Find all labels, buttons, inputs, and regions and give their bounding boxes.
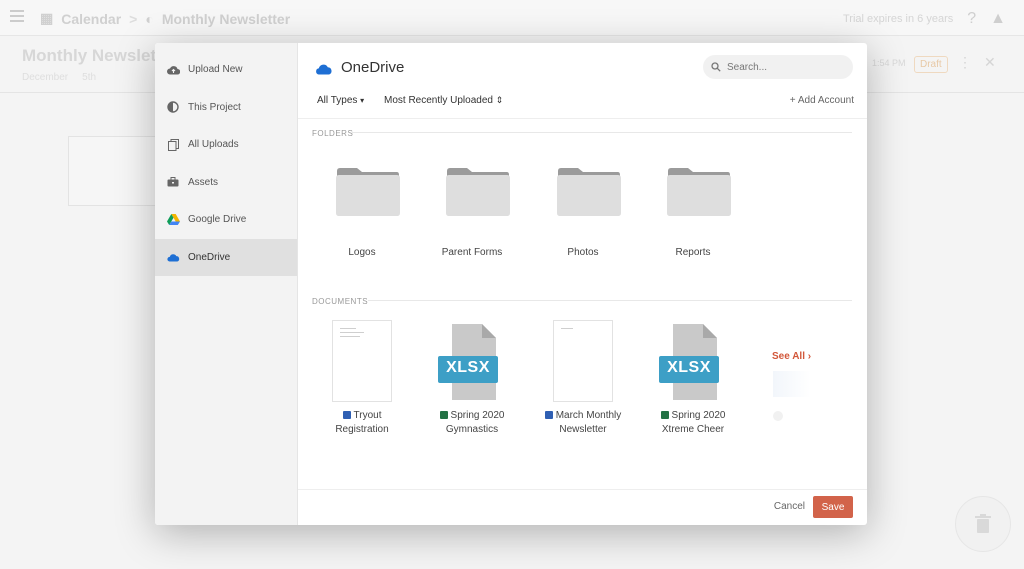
cancel-button[interactable]: Cancel [774,501,805,512]
folder-name: Parent Forms [441,247,503,258]
xlsx-badge-label: XLSX [446,359,490,376]
search-input[interactable] [727,61,837,73]
sidebar-item-label: This Project [188,101,241,113]
sidebar-item-label: Assets [188,176,219,188]
folder-icon [336,168,400,216]
briefcase-icon [166,175,180,189]
close-icon[interactable]: ✕ [984,54,996,71]
onedrive-icon [166,250,180,264]
folder-name: Reports [675,247,711,258]
breadcrumb-calendar[interactable]: Calendar [61,11,121,27]
status-badge: Draft [914,56,948,73]
cloud-upload-icon [166,63,180,77]
file-browser: OneDrive All Types ▾ Most Recently Uploa… [298,43,867,525]
xlsx-badge-label: XLSX [667,359,711,376]
sub-item: December [22,72,69,83]
folder-icon [557,168,621,216]
word-icon [544,411,553,419]
breadcrumb: ▦ Calendar > ◐ Monthly Newsletter [40,10,290,27]
breadcrumb-separator: > [129,10,138,27]
file-picker-modal: Upload New This Project All Uploads Asse… [155,43,867,525]
more-icon[interactable]: ⋮ [958,54,972,71]
section-divider [352,132,852,133]
document-name: Spring 2020 Xtreme Cheer [660,410,726,435]
sidebar-item-label: Google Drive [188,214,247,226]
word-icon [342,411,351,419]
chevron-down-icon: ▾ [360,96,365,105]
see-all-link[interactable]: See All › [772,351,811,362]
google-drive-icon [166,213,180,227]
search-box[interactable] [703,55,853,79]
breadcrumb-newsletter[interactable]: Monthly Newsletter [162,11,290,27]
type-filter-dropdown[interactable]: All Types ▾ [317,95,364,106]
folder-name: Photos [567,247,599,258]
help-icon[interactable]: ? [967,10,976,28]
folder-icon [446,168,510,216]
excel-icon [439,411,448,419]
sidebar-item-onedrive[interactable]: OneDrive [155,238,297,276]
onedrive-logo-icon [316,64,332,75]
document-thumbnail [332,320,392,402]
type-filter-label: All Types [317,95,358,106]
sort-arrows-icon: ⇕ [495,95,504,105]
time-text: 1:54 PM [872,58,906,68]
faded-document-preview [771,371,811,471]
sidebar-item-this-project[interactable]: This Project [155,89,297,127]
sidebar-item-label: OneDrive [188,251,231,263]
search-icon [711,62,721,72]
sort-dropdown[interactable]: Most Recently Uploaded ⇕ [384,95,503,106]
folder-name: Logos [348,247,376,258]
save-button[interactable]: Save [813,496,853,518]
add-account-button[interactable]: + Add Account [790,95,854,106]
folders-section-label: FOLDERS [312,129,354,138]
project-icon [166,100,180,114]
content-card [68,136,168,206]
trash-icon [975,514,991,533]
bell-icon[interactable]: ▲ [990,10,1006,28]
trial-text: Trial expires in 6 years [843,13,954,25]
sidebar-item-label: Upload New [188,64,243,76]
sidebar-item-label: All Uploads [188,139,239,151]
hamburger-menu-icon[interactable] [10,10,24,22]
document-name: March Monthly Newsletter [533,409,633,437]
folder-item[interactable]: Logos [317,167,407,258]
sidebar-item-google-drive[interactable]: Google Drive [155,201,297,239]
browser-title: OneDrive [341,59,405,76]
app-topbar: ▦ Calendar > ◐ Monthly Newsletter Trial … [0,0,1024,36]
folder-item[interactable]: Reports [648,167,738,258]
documents-section-label: DOCUMENTS [312,297,369,306]
folder-item[interactable]: Parent Forms [427,167,517,258]
sidebar-item-upload-new[interactable]: Upload New [155,51,297,89]
newsletter-icon: ◐ [145,10,154,27]
document-name: Spring 2020 Gymnastics [422,409,522,437]
sub-item: 5th [82,72,97,83]
trash-button[interactable] [955,496,1011,552]
uploads-icon [166,138,180,152]
folder-item[interactable]: Photos [538,167,628,258]
document-thumbnail [553,320,613,402]
section-divider [368,300,852,301]
excel-icon [660,411,669,419]
source-sidebar: Upload New This Project All Uploads Asse… [155,43,298,525]
calendar-icon: ▦ [40,10,54,26]
sidebar-item-all-uploads[interactable]: All Uploads [155,126,297,164]
sidebar-item-assets[interactable]: Assets [155,164,297,202]
browser-header: OneDrive All Types ▾ Most Recently Uploa… [298,43,867,119]
page-subtitle: December 5th [22,72,96,83]
modal-footer: Cancel Save [298,489,867,525]
sort-label: Most Recently Uploaded [384,95,493,106]
topbar-right: Trial expires in 6 years ? ▲ [843,10,1006,28]
folder-icon [667,168,731,216]
document-name: Tryout Registration [335,410,389,435]
